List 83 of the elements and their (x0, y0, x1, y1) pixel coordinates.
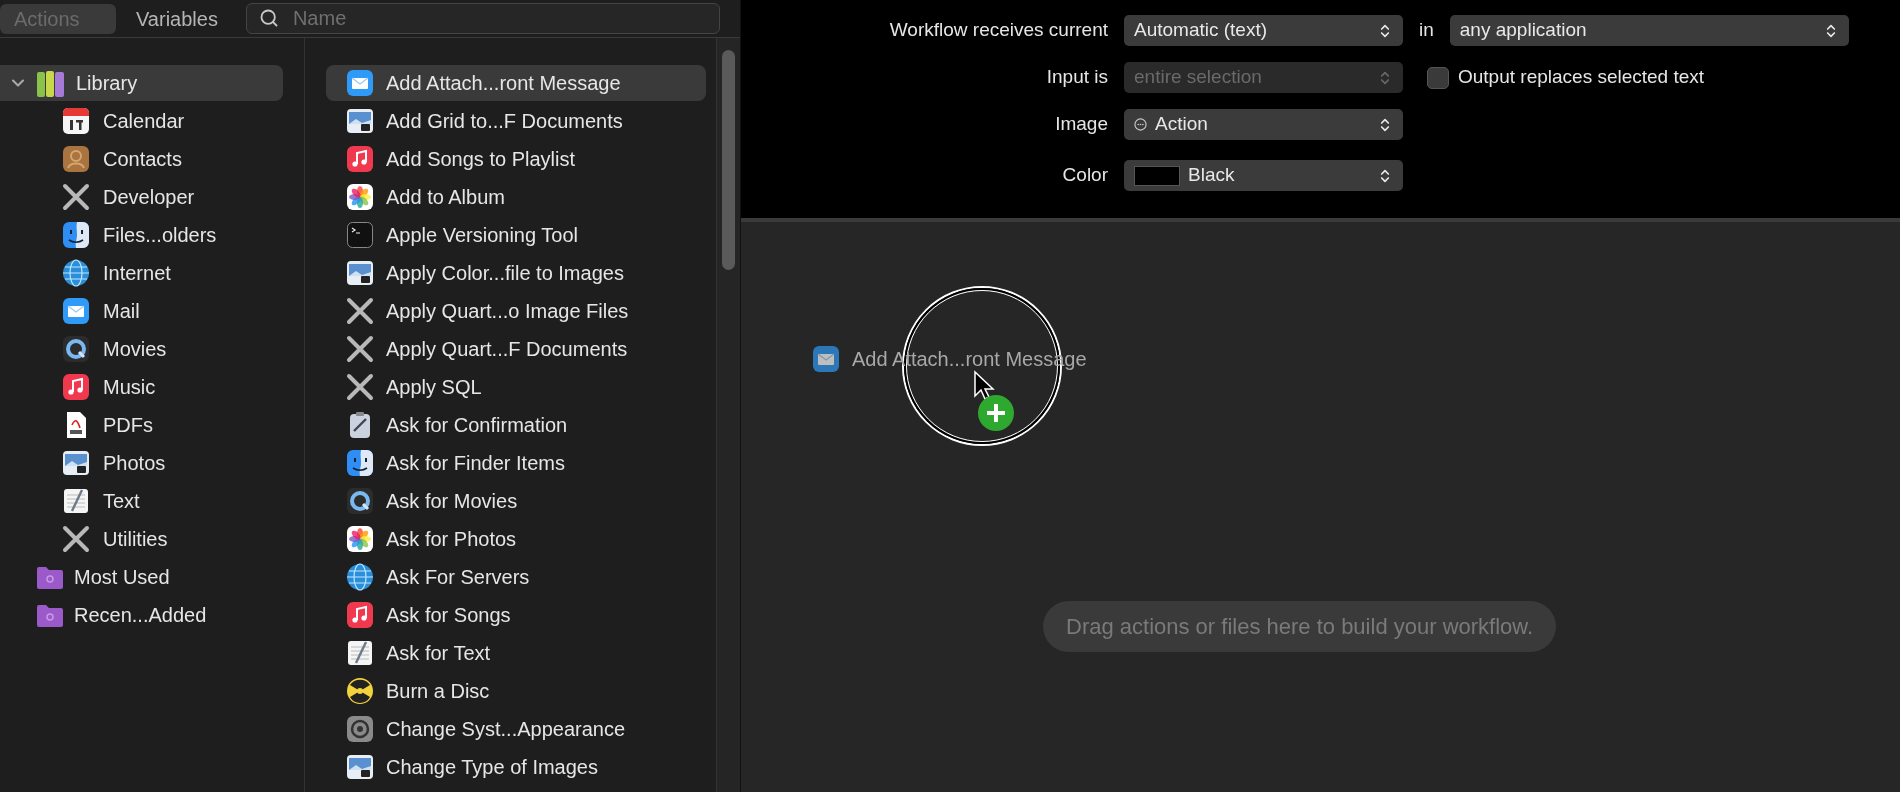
ellipsis-circle-icon (1134, 118, 1147, 131)
crossed-tools-icon (346, 335, 374, 363)
library-item[interactable]: Library (0, 65, 283, 101)
library-item[interactable]: Internet (0, 255, 304, 291)
library-item[interactable]: Developer (0, 179, 304, 215)
crossed-tools-icon (62, 525, 90, 553)
flower-icon (346, 183, 374, 211)
finder-face-icon (62, 221, 90, 249)
music-note-icon (62, 373, 90, 401)
library-item[interactable]: Most Used (0, 559, 283, 595)
quicktime-icon (346, 487, 374, 515)
library-item[interactable]: Text (0, 483, 304, 519)
action-item[interactable]: Burn a Disc (326, 673, 706, 709)
field-label: Input is (1045, 65, 1109, 90)
music-note-icon (346, 601, 374, 629)
action-item[interactable]: Ask for Text (326, 635, 706, 671)
application-select[interactable]: any application (1449, 15, 1849, 46)
tab[interactable]: Variables (122, 3, 232, 34)
settings-icon (346, 715, 374, 743)
preview-photo-icon (346, 753, 374, 781)
quicktime-icon (62, 335, 90, 363)
image-select[interactable]: Action (1124, 109, 1403, 140)
action-item[interactable]: Ask for Finder Items (326, 445, 706, 481)
library-item[interactable]: Utilities (0, 521, 304, 557)
scrollbar-thumb[interactable] (722, 50, 735, 270)
library-item[interactable]: PDFs (0, 407, 304, 443)
notepad-pencil-icon (346, 639, 374, 667)
library-item[interactable]: Music (0, 369, 304, 405)
action-item[interactable]: Ask For Servers (326, 559, 706, 595)
action-item[interactable]: Ask for Photos (326, 521, 706, 557)
search-icon (258, 8, 279, 28)
library-item[interactable]: Contacts (0, 141, 304, 177)
library-item[interactable]: Mail (0, 293, 304, 329)
music-note-icon (346, 145, 374, 173)
action-item[interactable]: Add Attach...ront Message (326, 65, 706, 101)
action-item[interactable]: Apply SQL (326, 369, 706, 405)
action-item[interactable]: Apple Versioning Tool (326, 217, 706, 253)
globe-icon (62, 259, 90, 287)
crossed-tools-icon (346, 373, 374, 401)
add-badge-icon (977, 394, 1015, 432)
crossed-tools-icon (346, 297, 374, 325)
action-item[interactable]: Change Type of Images (326, 749, 706, 785)
color-select[interactable]: Black (1124, 160, 1403, 191)
finder-face-icon (346, 449, 374, 477)
field-label: in (1418, 18, 1435, 43)
terminal-icon (346, 221, 374, 249)
mail-envelope-icon (62, 297, 90, 325)
mail-envelope-icon (346, 69, 374, 97)
cursor-arrow-icon (973, 370, 995, 400)
globe-icon (346, 563, 374, 591)
library-item[interactable]: Movies (0, 331, 304, 367)
input-type-select[interactable]: Automatic (text) (1124, 15, 1403, 46)
mail-envelope-icon (812, 345, 840, 373)
library-item[interactable]: Calendar (0, 103, 304, 139)
library-item[interactable]: Files...olders (0, 217, 304, 253)
action-item[interactable]: Ask for Songs (326, 597, 706, 633)
drop-hint: Drag actions or files here to build your workflow. (1043, 601, 1557, 652)
preview-photo-icon (62, 449, 90, 477)
action-item[interactable]: Apply Color...file to Images (326, 255, 706, 291)
crossed-tools-icon (62, 183, 90, 211)
action-item[interactable]: Change Syst...Appearance (326, 711, 706, 747)
action-item[interactable]: Ask for Confirmation (326, 407, 706, 443)
field-label: Workflow receives current (888, 18, 1109, 43)
preview-photo-icon (346, 107, 374, 135)
search-field[interactable]: Name (245, 3, 720, 34)
action-item[interactable]: Add Songs to Playlist (326, 141, 706, 177)
field-label: Color (1061, 163, 1109, 188)
action-item[interactable]: Add to Album (326, 179, 706, 215)
radiation-symbol-icon (346, 677, 374, 705)
field-label: Image (1054, 112, 1109, 137)
preview-photo-icon (346, 259, 374, 287)
library-item[interactable]: Photos (0, 445, 304, 481)
action-item[interactable]: Add Grid to...F Documents (326, 103, 706, 139)
action-item[interactable]: Apply Quart...o Image Files (326, 293, 706, 329)
library-books-icon (36, 68, 66, 98)
notepad-pencil-icon (62, 487, 90, 515)
library-item[interactable]: Recen...Added (0, 597, 283, 633)
calendar-icon (62, 107, 90, 135)
flower-icon (346, 525, 374, 553)
contacts-icon (62, 145, 90, 173)
action-item[interactable]: Apply Quart...F Documents (326, 331, 706, 367)
action-item[interactable]: Ask for Movies (326, 483, 706, 519)
output-checkbox[interactable]: Output replaces selected text (1427, 63, 1705, 92)
